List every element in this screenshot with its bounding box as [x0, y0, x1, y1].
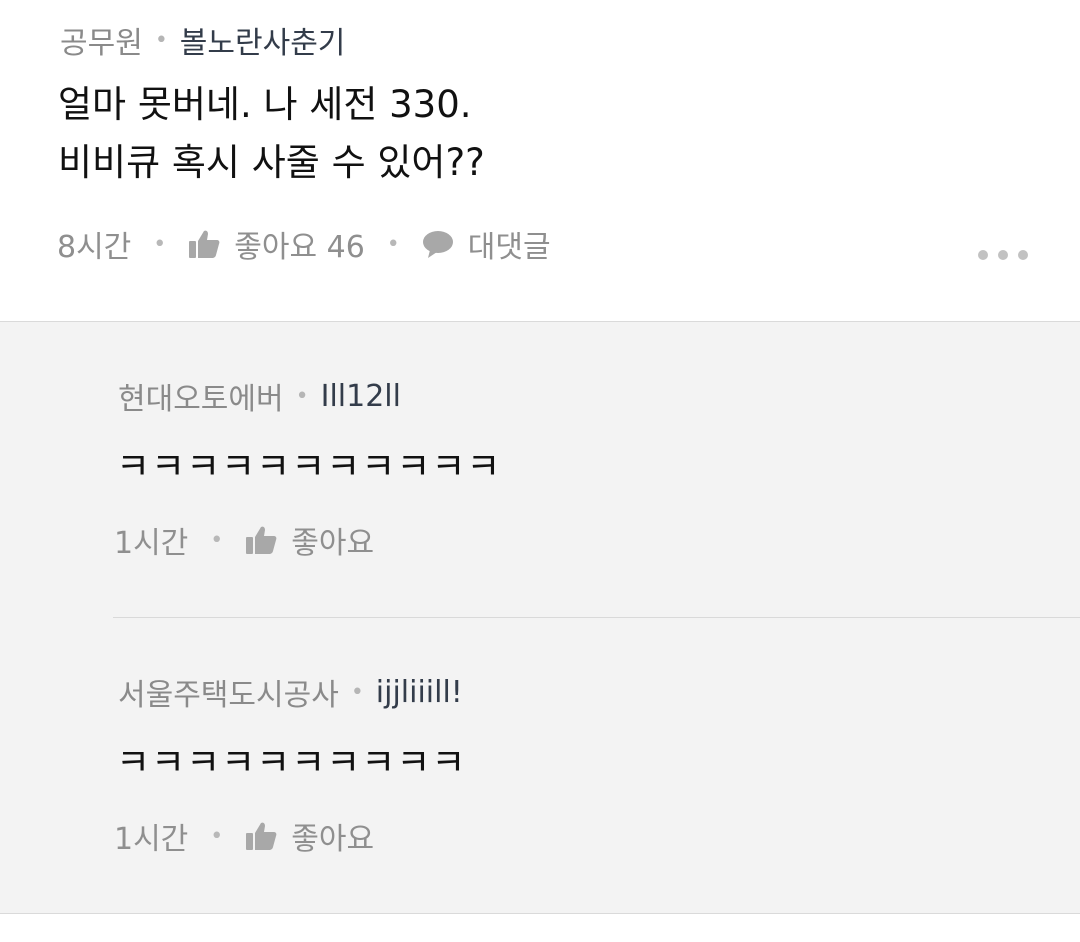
thumbs-up-icon — [189, 230, 220, 258]
reply-body: ㅋㅋㅋㅋㅋㅋㅋㅋㅋㅋㅋ — [116, 445, 502, 488]
like-label: 좋아요 46 — [234, 230, 365, 265]
reply-body: ㅋㅋㅋㅋㅋㅋㅋㅋㅋㅋ — [116, 741, 467, 784]
thumbs-up-icon — [246, 526, 277, 554]
like-label: 좋아요 — [291, 526, 375, 561]
reply-button[interactable]: 대댓글 — [422, 222, 551, 266]
separator-dot: • — [210, 823, 224, 849]
reply-author-company[interactable]: 현대오토에버 — [118, 374, 284, 418]
like-button[interactable]: 좋아요 46 — [188, 222, 365, 266]
speech-bubble-icon — [422, 231, 453, 258]
comment-line-1: 얼마 못버네. 나 세전 330. — [58, 83, 472, 126]
separator-dot: • — [386, 231, 400, 257]
reply-author-nickname[interactable]: Ill12ll — [321, 379, 401, 414]
more-options-icon[interactable] — [978, 246, 1028, 264]
comment-author-row: 공무원 • 볼노란사춘기 — [60, 18, 345, 62]
comment-actions: 8시간 • 좋아요 46 • 대댓글 — [57, 222, 551, 266]
reply-author-row: 현대오토에버 • Ill12ll — [118, 374, 401, 418]
comment-line-2: 비비큐 혹시 사줄 수 있어?? — [58, 141, 485, 184]
reply-actions: 1시간 • 좋아요 — [114, 814, 374, 858]
comment-time: 8시간 — [57, 230, 132, 265]
separator-dot: • — [210, 527, 224, 553]
more-dot — [1018, 250, 1028, 260]
reply-label: 대댓글 — [467, 230, 551, 265]
reply-actions: 1시간 • 좋아요 — [114, 518, 374, 562]
more-dot — [998, 250, 1008, 260]
like-button[interactable]: 좋아요 — [245, 814, 374, 858]
separator-dot: • — [153, 231, 167, 257]
next-section — [0, 914, 1080, 942]
thumbs-up-icon — [246, 822, 277, 850]
reply-author-nickname[interactable]: ijjliiill! — [376, 675, 463, 710]
comment-body: 얼마 못버네. 나 세전 330. 비비큐 혹시 사줄 수 있어?? — [58, 76, 485, 192]
more-dot — [978, 250, 988, 260]
author-company[interactable]: 공무원 — [60, 18, 143, 62]
divider — [113, 617, 1080, 618]
like-button[interactable]: 좋아요 — [245, 518, 374, 562]
separator-dot: • — [154, 27, 168, 53]
separator-dot: • — [350, 679, 364, 705]
reply-time: 1시간 — [114, 526, 189, 561]
reply-author-company[interactable]: 서울주택도시공사 — [118, 670, 339, 714]
like-label: 좋아요 — [291, 822, 375, 857]
author-nickname[interactable]: 볼노란사춘기 — [180, 18, 346, 62]
reply-author-row: 서울주택도시공사 • ijjliiill! — [118, 670, 463, 714]
reply-time: 1시간 — [114, 822, 189, 857]
separator-dot: • — [295, 383, 309, 409]
